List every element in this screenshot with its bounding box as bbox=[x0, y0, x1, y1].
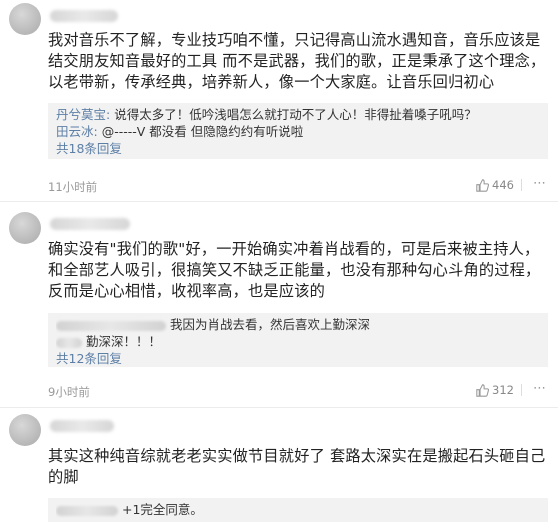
comment-text: 其实这种纯音综就老老实实做节目就好了 套路太深实在是搬起石头砸自己的脚 bbox=[48, 447, 546, 486]
more-icon[interactable]: ⋯ bbox=[533, 381, 546, 396]
more-icon[interactable]: ⋯ bbox=[533, 176, 546, 191]
reply-author-blurred[interactable] bbox=[56, 337, 82, 348]
timestamp: 9小时前 bbox=[48, 385, 90, 399]
avatar[interactable] bbox=[9, 212, 41, 244]
reply-text: @-----V 都没看 但隐隐约约有听说啦 bbox=[101, 124, 304, 139]
reply-item: 丹兮莫宝: 说得太多了！低吟浅唱怎么就打动不了人心！非得扯着嗓子吼吗？ bbox=[56, 107, 477, 122]
comment-meta: 11小时前 446 ⋯ bbox=[48, 176, 548, 197]
like-button[interactable]: 312 bbox=[476, 383, 514, 397]
reply-author[interactable]: 丹兮莫宝 bbox=[56, 107, 106, 122]
comment-text: 我对音乐不了解，专业技巧咱不懂，只记得高山流水遇知音，音乐应该是结交朋友知音最好… bbox=[48, 31, 546, 91]
reply-item: 我因为肖战去看，然后喜欢上勤深深 bbox=[56, 316, 540, 333]
avatar[interactable] bbox=[9, 414, 41, 446]
reply-item: +1完全同意。 bbox=[56, 501, 540, 518]
reply-text: 勤深深！！！ bbox=[85, 334, 161, 349]
divider bbox=[0, 407, 558, 408]
divider bbox=[0, 201, 558, 202]
reply-text: 说得太多了！低吟浅唱怎么就打动不了人心！非得扯着嗓子吼吗？ bbox=[114, 107, 477, 122]
thumbs-up-icon bbox=[476, 179, 490, 192]
reply-box[interactable]: +1完全同意。 bbox=[48, 498, 548, 522]
reply-author[interactable]: 田云冰 bbox=[56, 124, 94, 139]
username-blurred[interactable] bbox=[50, 420, 114, 432]
thumbs-up-icon bbox=[476, 384, 490, 397]
username-blurred[interactable] bbox=[50, 10, 118, 22]
reply-item: 田云冰: @-----V 都没看 但隐隐约约有听说啦 bbox=[56, 124, 304, 139]
like-count: 446 bbox=[492, 178, 514, 192]
like-button[interactable]: 446 bbox=[476, 178, 514, 192]
reply-box[interactable]: 丹兮莫宝: 说得太多了！低吟浅唱怎么就打动不了人心！非得扯着嗓子吼吗？ 田云冰:… bbox=[48, 103, 548, 159]
username-blurred[interactable] bbox=[50, 218, 130, 230]
reply-item: 勤深深！！！ bbox=[56, 333, 540, 350]
reply-author-blurred[interactable] bbox=[56, 320, 166, 331]
reply-text: 我因为肖战去看，然后喜欢上勤深深 bbox=[169, 317, 370, 332]
reply-count-link[interactable]: 共18条回复 bbox=[56, 140, 540, 157]
reply-author-blurred[interactable] bbox=[56, 505, 118, 516]
reply-count-link[interactable]: 共12条回复 bbox=[56, 350, 540, 367]
timestamp: 11小时前 bbox=[48, 180, 98, 194]
avatar[interactable] bbox=[9, 3, 41, 35]
reply-text: +1完全同意。 bbox=[121, 502, 203, 517]
reply-box[interactable]: 我因为肖战去看，然后喜欢上勤深深 勤深深！！！ 共12条回复 bbox=[48, 313, 548, 367]
divider-bar bbox=[521, 384, 522, 396]
like-count: 312 bbox=[492, 383, 514, 397]
divider-bar bbox=[521, 179, 522, 191]
comment-meta: 9小时前 312 ⋯ bbox=[48, 381, 548, 402]
comment-text: 确实没有"我们的歌"好，一开始确实冲着肖战看的，可是后来被主持人，和全部艺人吸引… bbox=[48, 240, 541, 300]
